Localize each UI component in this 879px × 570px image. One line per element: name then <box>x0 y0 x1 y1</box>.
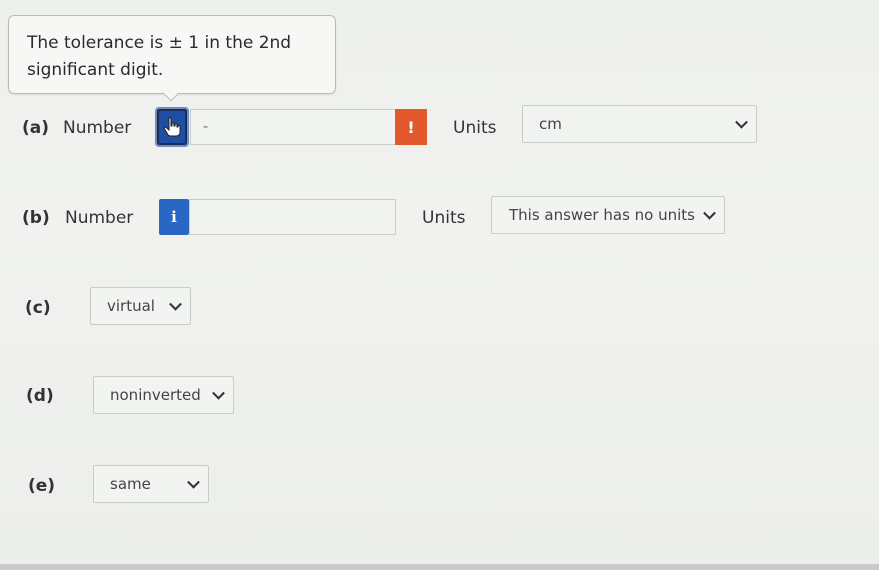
part-e-letter: (e) <box>28 476 56 496</box>
part-a-number-input[interactable]: - <box>190 109 398 145</box>
part-d-letter: (d) <box>26 386 54 406</box>
chevron-down-icon <box>703 206 716 220</box>
part-c-select[interactable]: virtual <box>90 287 191 325</box>
part-e-select[interactable]: same <box>93 465 209 503</box>
bottom-edge <box>0 564 879 570</box>
tooltip-line-1: The tolerance is ± 1 in the 2nd <box>27 33 292 53</box>
part-b-label: (b) <box>22 208 50 228</box>
part-c-letter: (c) <box>25 298 51 318</box>
tolerance-tooltip: The tolerance is ± 1 in the 2nd signific… <box>8 15 336 94</box>
hand-pointer-icon <box>163 117 181 137</box>
chevron-down-icon <box>735 115 748 129</box>
tooltip-line-2: significant digit. <box>27 60 164 80</box>
chevron-down-icon <box>169 297 182 311</box>
part-b-units-label: Units <box>422 208 466 228</box>
chevron-down-icon <box>187 475 200 489</box>
part-a-letter: (a) <box>22 118 50 138</box>
info-icon: i <box>171 208 177 226</box>
part-a-units-value: cm <box>539 115 562 133</box>
part-b-units-select[interactable]: This answer has no units <box>491 196 725 234</box>
part-a-warning-button[interactable]: ! <box>395 109 427 145</box>
part-b-letter: (b) <box>22 208 50 228</box>
part-a-units-select[interactable]: cm <box>522 105 757 143</box>
part-a-info-button[interactable] <box>155 107 189 147</box>
part-d-value: noninverted <box>110 386 201 404</box>
part-b-units-value: This answer has no units <box>509 206 695 224</box>
part-d-select[interactable]: noninverted <box>93 376 234 414</box>
part-c-label: (c) <box>25 298 51 318</box>
warning-icon: ! <box>407 117 415 137</box>
chevron-down-icon <box>212 386 225 400</box>
part-a-number-label: Number <box>63 118 132 138</box>
part-e-value: same <box>110 475 151 493</box>
part-b-info-button[interactable]: i <box>159 199 189 235</box>
part-a-units-label: Units <box>453 118 497 138</box>
part-c-value: virtual <box>107 297 155 315</box>
part-b-number-label: Number <box>65 208 134 228</box>
part-d-label: (d) <box>26 386 54 406</box>
part-a-label: (a) <box>22 118 49 138</box>
part-b-number-input[interactable] <box>189 199 396 235</box>
part-a-input-value: - <box>203 119 209 135</box>
part-e-label: (e) <box>28 476 55 496</box>
